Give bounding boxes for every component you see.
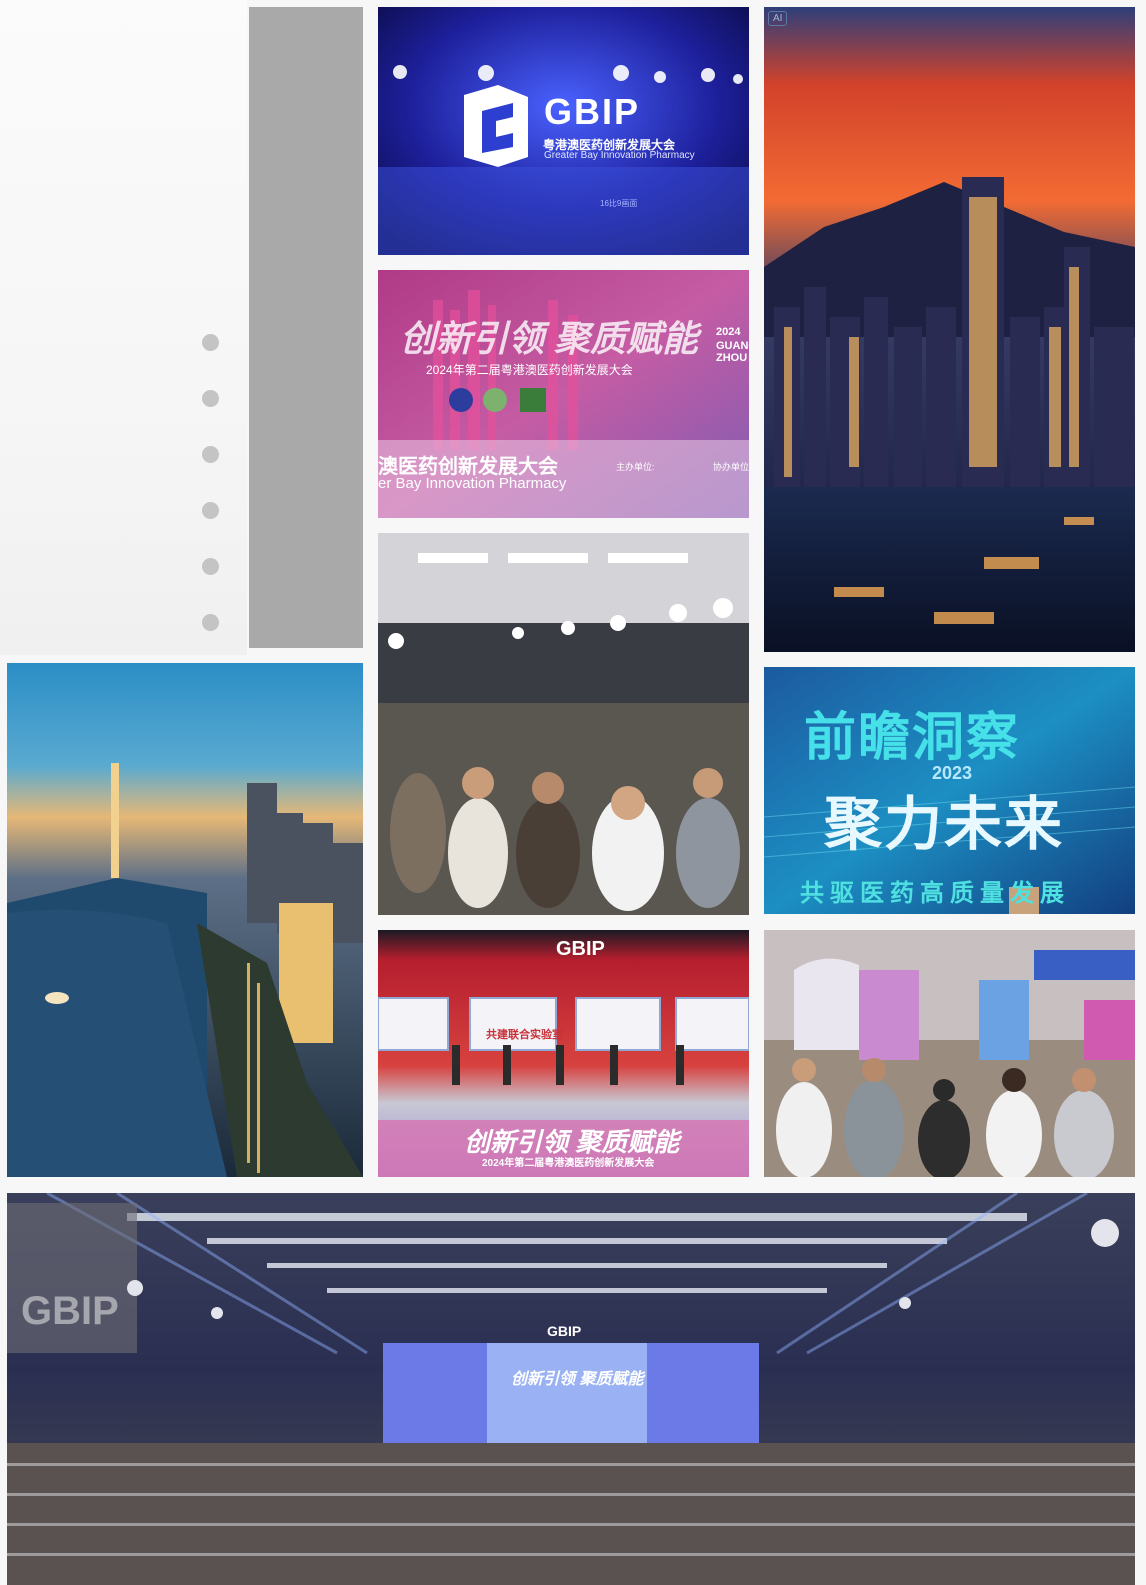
forum-year: 2023 <box>932 763 973 783</box>
ai-badge: AI <box>768 11 788 26</box>
pagination-dot[interactable] <box>202 334 219 351</box>
banner-name-en: er Bay Innovation Pharmacy <box>378 475 567 492</box>
audience-photo[interactable] <box>378 533 749 915</box>
forum-banner-photo[interactable]: 前瞻洞察 聚力未来 2023 共驱医药高质量发展 <box>764 667 1135 914</box>
main-hall-photo[interactable]: GBIP GBIP 创新引领 聚质赋能 <box>7 1193 1135 1585</box>
pagination-dot[interactable] <box>202 390 219 407</box>
pagination-dot[interactable] <box>202 446 219 463</box>
pagination-dot[interactable] <box>202 502 219 519</box>
guangzhou-river-photo[interactable] <box>7 663 363 1177</box>
stage-caption: 16比9画面 <box>600 199 638 208</box>
hongkong-skyline-photo[interactable]: AI <box>764 7 1135 652</box>
forum-line1: 前瞻洞察 <box>804 709 1021 767</box>
banner-headline: 创新引领 聚质赋能 <box>400 318 699 359</box>
banner-organizer: 主办单位: <box>616 462 655 472</box>
ceremony-photo[interactable]: GBIP 共建联合实验室 创新引领 聚质赋能 2024年第二届粤港澳医药创新发展… <box>378 930 749 1177</box>
ceremony-logo: GBIP <box>556 938 605 960</box>
pagination-dots <box>202 334 220 670</box>
hall-logo-left: GBIP <box>21 1289 119 1333</box>
forum-bottom: 共驱医药高质量发展 <box>800 880 1070 907</box>
placeholder-bar <box>249 7 363 648</box>
forum-line2: 聚力未来 <box>824 792 1065 857</box>
pagination-dot[interactable] <box>202 614 219 631</box>
conference-banner-photo[interactable]: 创新引领 聚质赋能 2024年第二届粤港澳医药创新发展大会 2024 GUANG… <box>378 270 749 518</box>
ceremony-plaque: 共建联合实验室 <box>486 1029 563 1041</box>
hall-logo-center: GBIP <box>547 1323 582 1339</box>
pagination-dot[interactable] <box>202 558 219 575</box>
banner-year: 2024 <box>716 326 741 338</box>
banner-co-organizer: 协办单位 <box>713 462 749 472</box>
exhibition-photo[interactable] <box>764 930 1135 1177</box>
stage-subtitle-en: Greater Bay Innovation Pharmacy <box>544 150 695 161</box>
gbip-logo-text: GBIP <box>544 91 641 132</box>
banner-city: GUANG ZHOU <box>716 340 749 364</box>
gbip-stage-photo[interactable]: GBIP 粤港澳医药创新发展大会 Greater Bay Innovation … <box>378 7 749 255</box>
ceremony-sub: 2024年第二届粤港澳医药创新发展大会 <box>482 1158 655 1169</box>
banner-sub: 2024年第二届粤港澳医药创新发展大会 <box>426 363 633 377</box>
hall-screen-text: 创新引领 聚质赋能 <box>511 1371 644 1388</box>
